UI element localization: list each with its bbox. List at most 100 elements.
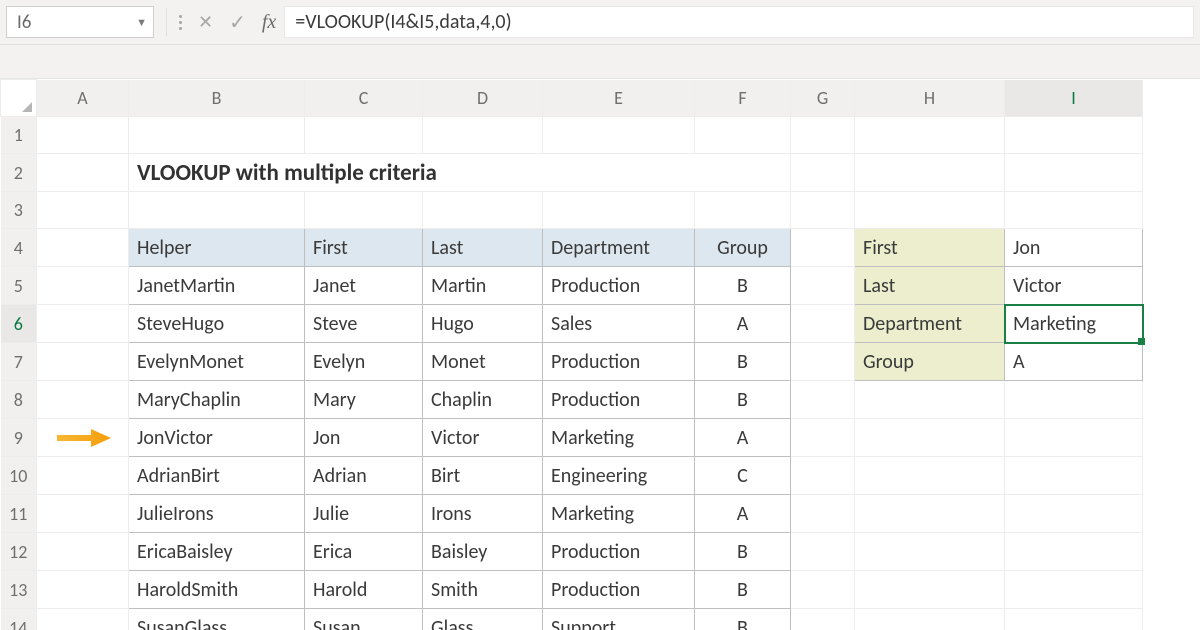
table-cell[interactable]: B	[695, 609, 791, 630]
table-cell[interactable]: Steve	[305, 305, 423, 343]
name-box[interactable]: I6 ▼	[6, 6, 154, 38]
table-cell[interactable]: Baisley	[423, 533, 543, 571]
table-cell[interactable]: A	[695, 419, 791, 457]
table-cell[interactable]: JonVictor	[129, 419, 305, 457]
table-cell[interactable]: HaroldSmith	[129, 571, 305, 609]
sheet-title: VLOOKUP with multiple criteria	[129, 154, 791, 192]
table-cell[interactable]: AdrianBirt	[129, 457, 305, 495]
table-cell[interactable]: Production	[543, 533, 695, 571]
col-header[interactable]: A	[37, 80, 129, 117]
row-header[interactable]: 4	[1, 229, 37, 267]
table-cell[interactable]: Marketing	[543, 495, 695, 533]
table-cell[interactable]: A	[695, 305, 791, 343]
col-header[interactable]: E	[543, 80, 695, 117]
ribbon-gap	[0, 45, 1200, 79]
row-header[interactable]: 3	[1, 192, 37, 229]
more-icon[interactable]	[179, 15, 182, 30]
cancel-icon[interactable]: ✕	[198, 11, 213, 33]
lookup-value-department[interactable]: Marketing	[1005, 305, 1143, 343]
table-cell[interactable]: Evelyn	[305, 343, 423, 381]
row-header[interactable]: 11	[1, 495, 37, 533]
table-cell[interactable]: Julie	[305, 495, 423, 533]
table-cell[interactable]: EvelynMonet	[129, 343, 305, 381]
table-cell[interactable]: Birt	[423, 457, 543, 495]
row-header[interactable]: 6	[1, 305, 37, 343]
row-header[interactable]: 13	[1, 571, 37, 609]
formula-bar-buttons: ✕ ✓ fx	[179, 10, 276, 35]
table-cell[interactable]: Marketing	[543, 419, 695, 457]
table-cell[interactable]: Erica	[305, 533, 423, 571]
enter-icon[interactable]: ✓	[229, 10, 246, 35]
table-cell[interactable]: B	[695, 267, 791, 305]
table-cell[interactable]: Production	[543, 571, 695, 609]
table-cell[interactable]: Support	[543, 609, 695, 630]
row-header[interactable]: 5	[1, 267, 37, 305]
col-header[interactable]: I	[1005, 80, 1143, 117]
table-cell[interactable]: B	[695, 571, 791, 609]
table-cell[interactable]: Victor	[423, 419, 543, 457]
table-cell[interactable]: B	[695, 343, 791, 381]
table-cell[interactable]: Smith	[423, 571, 543, 609]
table-cell[interactable]: Engineering	[543, 457, 695, 495]
table-cell[interactable]: Susan	[305, 609, 423, 630]
table-cell[interactable]: Monet	[423, 343, 543, 381]
lookup-value-first[interactable]: Jon	[1005, 229, 1143, 267]
table-cell[interactable]: Adrian	[305, 457, 423, 495]
lookup-label-department[interactable]: Department	[855, 305, 1005, 343]
worksheet[interactable]: A B C D E F G H I 1 2 VLOOKUP with multi…	[0, 79, 1200, 630]
table-cell[interactable]: A	[695, 495, 791, 533]
table-cell[interactable]: SusanGlass	[129, 609, 305, 630]
table-header-department[interactable]: Department	[543, 229, 695, 267]
lookup-value-last[interactable]: Victor	[1005, 267, 1143, 305]
lookup-label-last[interactable]: Last	[855, 267, 1005, 305]
table-cell[interactable]: MaryChaplin	[129, 381, 305, 419]
col-header[interactable]: H	[855, 80, 1005, 117]
row-header[interactable]: 1	[1, 117, 37, 154]
table-cell[interactable]: Production	[543, 267, 695, 305]
table-cell[interactable]: Jon	[305, 419, 423, 457]
table-cell[interactable]: Hugo	[423, 305, 543, 343]
formula-bar: I6 ▼ ✕ ✓ fx =VLOOKUP(I4&I5,data,4,0)	[0, 0, 1200, 45]
row-header[interactable]: 7	[1, 343, 37, 381]
table-cell[interactable]: Chaplin	[423, 381, 543, 419]
table-cell[interactable]: B	[695, 533, 791, 571]
row-header[interactable]: 14	[1, 609, 37, 630]
col-header[interactable]: G	[791, 80, 855, 117]
select-all-corner[interactable]	[1, 80, 37, 117]
table-cell[interactable]: C	[695, 457, 791, 495]
table-header-last[interactable]: Last	[423, 229, 543, 267]
table-cell[interactable]: Harold	[305, 571, 423, 609]
row-header[interactable]: 8	[1, 381, 37, 419]
col-header[interactable]: B	[129, 80, 305, 117]
col-header[interactable]: C	[305, 80, 423, 117]
table-cell[interactable]: Glass	[423, 609, 543, 630]
fx-icon[interactable]: fx	[262, 11, 276, 34]
lookup-value-group[interactable]: A	[1005, 343, 1143, 381]
lookup-label-group[interactable]: Group	[855, 343, 1005, 381]
lookup-label-first[interactable]: First	[855, 229, 1005, 267]
table-header-first[interactable]: First	[305, 229, 423, 267]
name-box-value: I6	[17, 11, 31, 34]
table-cell[interactable]: Production	[543, 381, 695, 419]
row-header[interactable]: 2	[1, 154, 37, 192]
table-cell[interactable]: EricaBaisley	[129, 533, 305, 571]
table-cell[interactable]: SteveHugo	[129, 305, 305, 343]
table-cell[interactable]: Martin	[423, 267, 543, 305]
dropdown-icon[interactable]: ▼	[136, 16, 147, 29]
formula-input[interactable]: =VLOOKUP(I4&I5,data,4,0)	[284, 6, 1194, 38]
row-header[interactable]: 10	[1, 457, 37, 495]
table-cell[interactable]: Mary	[305, 381, 423, 419]
table-header-helper[interactable]: Helper	[129, 229, 305, 267]
table-cell[interactable]: JulieIrons	[129, 495, 305, 533]
table-cell[interactable]: Production	[543, 343, 695, 381]
table-cell[interactable]: Sales	[543, 305, 695, 343]
table-cell[interactable]: JanetMartin	[129, 267, 305, 305]
row-header[interactable]: 12	[1, 533, 37, 571]
table-cell[interactable]: Irons	[423, 495, 543, 533]
row-header[interactable]: 9	[1, 419, 37, 457]
table-cell[interactable]: B	[695, 381, 791, 419]
col-header[interactable]: F	[695, 80, 791, 117]
table-cell[interactable]: Janet	[305, 267, 423, 305]
col-header[interactable]: D	[423, 80, 543, 117]
table-header-group[interactable]: Group	[695, 229, 791, 267]
